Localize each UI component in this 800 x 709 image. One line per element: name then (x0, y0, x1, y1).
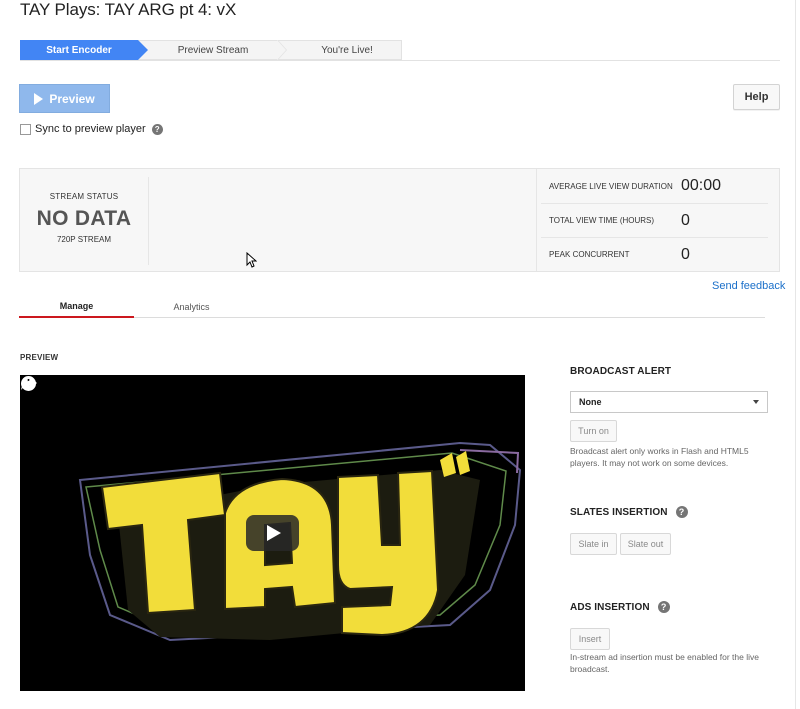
slates-insertion-heading: SLATES INSERTION ? (570, 506, 688, 518)
slate-out-button[interactable]: Slate out (620, 533, 671, 555)
tab-bar: Manage Analytics (19, 296, 765, 318)
chevron-down-icon (753, 400, 759, 404)
preview-section-label: PREVIEW (20, 353, 59, 362)
metric-label: PEAK CONCURRENT (549, 250, 630, 259)
metric-label: TOTAL VIEW TIME (HOURS) (549, 216, 655, 225)
slates-insertion-heading-text: SLATES INSERTION (570, 506, 668, 518)
mouse-cursor-icon (246, 252, 257, 268)
broadcast-alert-note: Broadcast alert only works in Flash and … (570, 446, 749, 468)
stepper: Start Encoder Preview Stream You're Live… (20, 40, 402, 60)
stream-status-label: STREAM STATUS (49, 192, 119, 201)
step-preview-stream[interactable]: Preview Stream (138, 40, 287, 60)
stream-stats-panel: STREAM STATUS NO DATA 720P STREAM AVERAG… (19, 168, 780, 272)
page-right-border (795, 0, 796, 709)
stepper-divider (20, 60, 780, 61)
metric-value: 0 (681, 245, 690, 263)
step-youre-live[interactable]: You're Live! (278, 40, 402, 60)
turn-on-button[interactable]: Turn on (570, 420, 617, 442)
help-icon[interactable]: ? (657, 601, 670, 613)
send-feedback-link[interactable]: Send feedback (712, 280, 785, 292)
preview-button-label: Preview (49, 91, 95, 106)
help-button[interactable]: Help (733, 84, 780, 110)
ads-insertion-heading-text: ADS INSERTION (570, 601, 650, 613)
insert-ad-button[interactable]: Insert (570, 628, 610, 650)
tab-manage[interactable]: Manage (19, 296, 134, 318)
stream-quality: 720P STREAM (56, 235, 112, 244)
stream-status: STREAM STATUS NO DATA 720P STREAM (20, 177, 149, 265)
play-button[interactable] (246, 515, 299, 551)
metric-value: 00:00 (681, 177, 722, 194)
preview-button[interactable]: Preview (19, 84, 110, 113)
help-icon[interactable]: ? (675, 506, 688, 518)
help-icon[interactable]: ? (151, 123, 163, 135)
metric-label: AVERAGE LIVE VIEW DURATION (549, 181, 673, 191)
share-icon[interactable] (20, 375, 38, 392)
sync-preview-checkbox[interactable] (20, 123, 31, 135)
page-title: TAY Plays: TAY ARG pt 4: vX (20, 0, 237, 19)
metric-row: AVERAGE LIVE VIEW DURATION 00:00 (537, 169, 780, 203)
broadcast-alert-heading-text: BROADCAST ALERT (570, 366, 672, 377)
broadcast-alert-select[interactable]: None (570, 391, 768, 413)
play-icon (34, 92, 44, 105)
sync-preview-row: Sync to preview player ? (20, 123, 163, 135)
preview-video-player[interactable] (20, 375, 525, 691)
metric-value: 0 (681, 211, 690, 229)
ads-insertion-note: In-stream ad insertion must be enabled f… (570, 652, 759, 674)
sync-preview-label[interactable]: Sync to preview player (35, 123, 146, 135)
stream-status-value: NO DATA (36, 207, 132, 230)
slate-in-button[interactable]: Slate in (570, 533, 617, 555)
ads-insertion-heading: ADS INSERTION ? (570, 601, 670, 613)
broadcast-alert-selected: None (579, 397, 602, 407)
step-start-encoder[interactable]: Start Encoder (20, 40, 148, 60)
metrics-list: AVERAGE LIVE VIEW DURATION 00:00 TOTAL V… (536, 169, 780, 271)
metric-row: PEAK CONCURRENT 0 (541, 237, 768, 271)
broadcast-alert-heading: BROADCAST ALERT (570, 366, 671, 377)
metric-row: TOTAL VIEW TIME (HOURS) 0 (541, 203, 768, 237)
tab-analytics[interactable]: Analytics (134, 296, 249, 318)
play-icon (267, 525, 281, 541)
